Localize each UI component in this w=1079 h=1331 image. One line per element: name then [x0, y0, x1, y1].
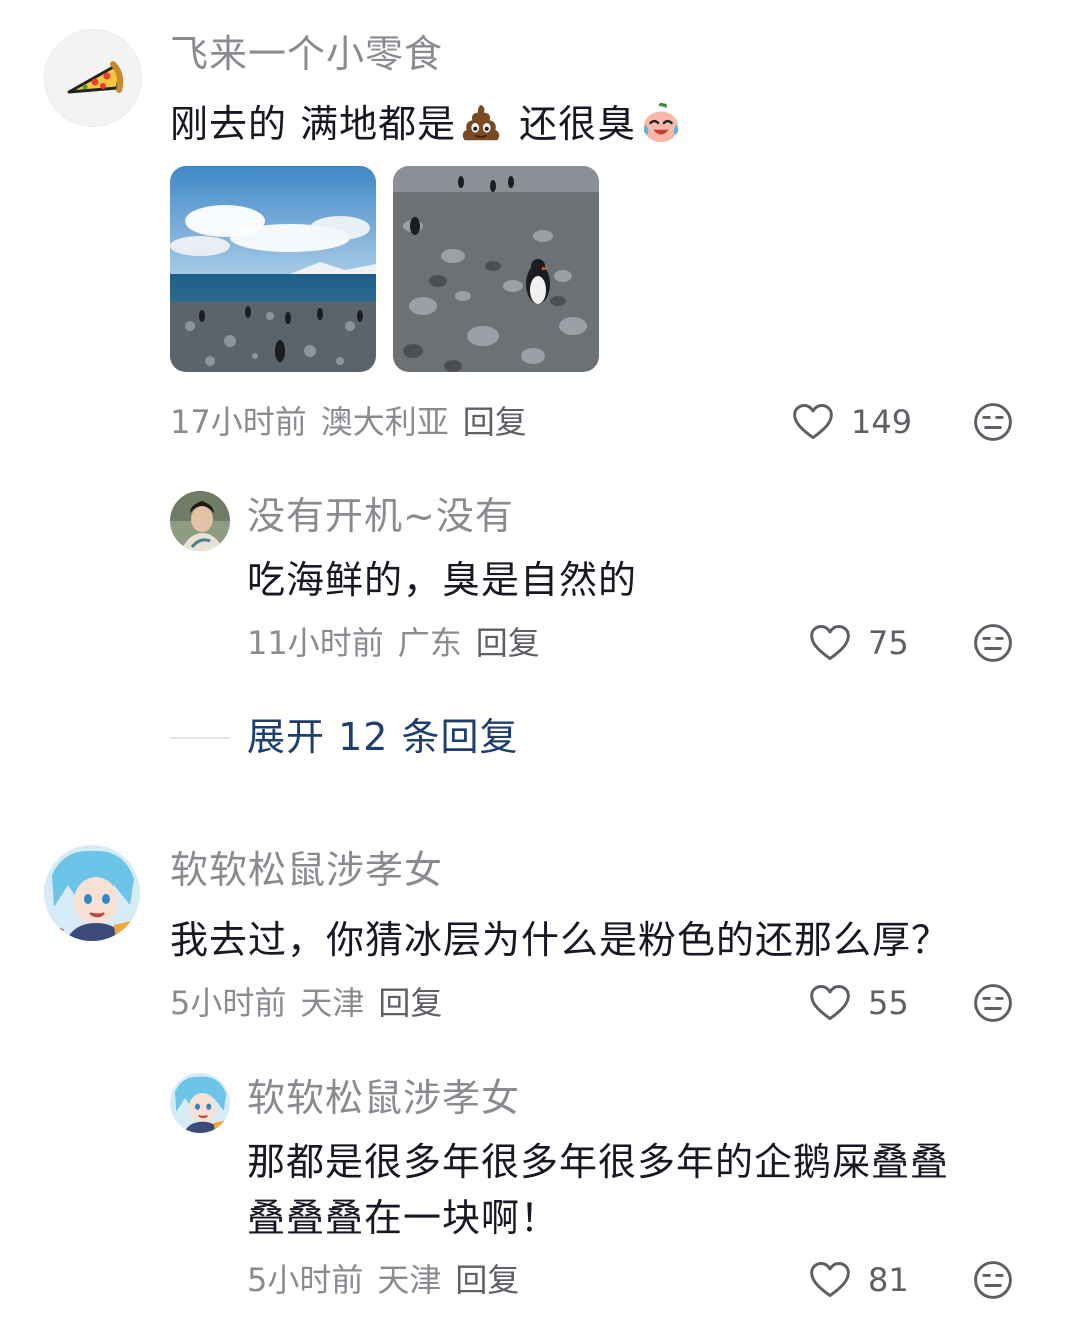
- like-button[interactable]: 81: [808, 1258, 909, 1302]
- reply-text-line2: 叠叠叠在一块啊！: [247, 1196, 560, 1240]
- heart-icon: [808, 981, 852, 1025]
- comment-time: 5小时前: [170, 984, 287, 1022]
- dislike-button[interactable]: [971, 981, 1015, 1029]
- comment-meta: 5小时前 天津 回复: [170, 981, 456, 1025]
- reply-location: 广东: [397, 624, 462, 662]
- dislike-button[interactable]: [971, 1258, 1015, 1306]
- comment-username[interactable]: 软软松鼠涉孝女: [170, 846, 443, 894]
- poop-emoji-icon: [462, 104, 500, 140]
- comment-time: 17小时前: [170, 403, 307, 441]
- comment-image-penguin-rocks[interactable]: [393, 166, 599, 372]
- like-count: 55: [868, 984, 909, 1022]
- dislike-button[interactable]: [971, 400, 1015, 448]
- penguins-beach-photo-icon: [170, 166, 376, 372]
- anime-character-avatar-icon: [44, 845, 140, 941]
- comment-meta: 17小时前 澳大利亚 回复: [170, 400, 541, 444]
- expand-replies-button[interactable]: 展开 12 条回复: [247, 713, 519, 761]
- comment-text: 我去过，你猜冰层为什么是粉色的还那么厚？: [170, 918, 951, 962]
- comment-text-part: 还很臭: [506, 102, 637, 146]
- reply-text: 吃海鲜的，臭是自然的: [247, 558, 638, 602]
- heart-icon: [808, 1258, 852, 1302]
- like-count: 149: [851, 403, 913, 441]
- like-button[interactable]: 55: [808, 981, 909, 1025]
- heart-icon: [808, 621, 852, 665]
- reply-username[interactable]: 没有开机~没有: [247, 492, 514, 540]
- like-count: 81: [868, 1261, 909, 1299]
- reply-username[interactable]: 软软松鼠涉孝女: [247, 1074, 520, 1122]
- meh-face-icon: [971, 981, 1015, 1025]
- meh-face-icon: [971, 1258, 1015, 1302]
- crying-laughing-emoji-icon: [643, 102, 679, 142]
- avatar[interactable]: [170, 491, 230, 551]
- reply-text-line1: 那都是很多年很多年很多年的企鹅屎叠叠: [247, 1140, 950, 1184]
- like-button[interactable]: 149: [791, 400, 912, 444]
- reply-button[interactable]: 回复: [378, 984, 442, 1022]
- comment-location: 天津: [300, 984, 365, 1022]
- comment-text: 刚去的 满地都是 还很臭: [170, 96, 686, 152]
- reply-button[interactable]: 回复: [463, 403, 527, 441]
- penguin-rocks-photo-icon: [393, 166, 599, 372]
- meh-face-icon: [971, 400, 1015, 444]
- avatar[interactable]: [170, 1073, 230, 1133]
- meh-face-icon: [971, 621, 1015, 665]
- pizza-icon: [67, 61, 124, 94]
- reply-meta: 5小时前 天津 回复: [247, 1258, 533, 1302]
- reply-button[interactable]: 回复: [455, 1261, 519, 1299]
- comment-location: 澳大利亚: [320, 403, 449, 441]
- reply-time: 5小时前: [247, 1261, 364, 1299]
- user-avatar-photo-icon: [170, 491, 230, 551]
- reply-meta: 11小时前 广东 回复: [247, 621, 554, 665]
- reply-location: 天津: [377, 1261, 442, 1299]
- avatar[interactable]: [44, 845, 140, 941]
- comment-username[interactable]: 飞来一个小零食: [170, 30, 443, 78]
- comment-image-penguins-beach[interactable]: [170, 166, 376, 372]
- like-count: 75: [868, 624, 909, 662]
- expand-divider: [170, 737, 230, 739]
- like-button[interactable]: 75: [808, 621, 909, 665]
- dislike-button[interactable]: [971, 621, 1015, 669]
- reply-button[interactable]: 回复: [476, 624, 540, 662]
- heart-icon: [791, 400, 835, 444]
- comment-text-part: 刚去的 满地都是: [170, 102, 457, 146]
- avatar[interactable]: [44, 29, 142, 127]
- anime-character-avatar-icon: [170, 1073, 230, 1133]
- reply-time: 11小时前: [247, 624, 384, 662]
